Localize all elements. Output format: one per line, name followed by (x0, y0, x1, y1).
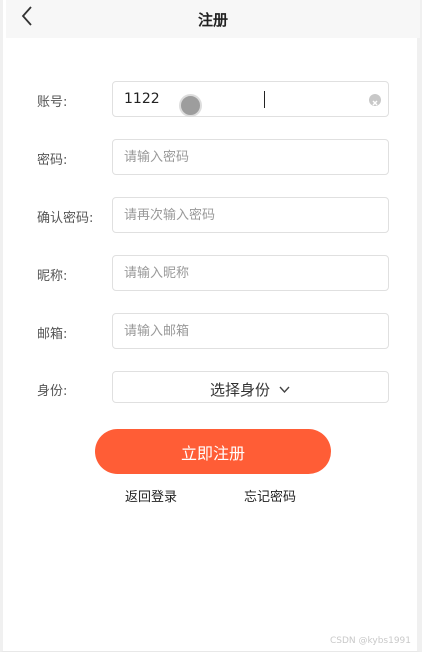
confirm-password-row: 确认密码: (3, 197, 422, 233)
password-row: 密码: (3, 139, 422, 175)
navbar: 注册 (6, 0, 420, 38)
confirm-password-label: 确认密码: (37, 211, 94, 226)
password-input[interactable] (113, 140, 353, 174)
password-field-box (112, 139, 389, 175)
email-label: 邮箱: (37, 327, 68, 342)
watermark: CSDN @kybs1991 (329, 636, 411, 646)
touch-cursor-indicator (179, 94, 202, 117)
confirm-password-field-box (112, 197, 389, 233)
nickname-row: 昵称: (3, 255, 422, 291)
register-button[interactable]: 立即注册 (95, 429, 331, 474)
confirm-password-input[interactable] (113, 198, 353, 232)
nickname-field-box (112, 255, 389, 291)
account-row: 账号: (3, 81, 422, 117)
app-frame: 注册 账号: 密码: 确认密码: 昵称: (0, 0, 422, 652)
back-to-login-link[interactable]: 返回登录 (125, 486, 177, 505)
identity-label: 身份: (37, 384, 68, 399)
email-input[interactable] (113, 314, 353, 348)
identity-row: 身份: 选择身份 (3, 371, 422, 407)
identity-selected-text: 选择身份 (209, 381, 270, 399)
identity-select[interactable]: 选择身份 (112, 371, 389, 403)
account-input[interactable] (113, 82, 353, 116)
page-title: 注册 (197, 11, 228, 29)
identity-select-inner: 选择身份 (210, 379, 291, 400)
email-field-box (112, 313, 389, 349)
clear-circle-icon[interactable] (369, 94, 381, 106)
text-caret (264, 91, 265, 108)
nickname-input[interactable] (113, 256, 353, 290)
account-label: 账号: (37, 95, 68, 110)
password-label: 密码: (37, 153, 68, 168)
nickname-label: 昵称: (37, 269, 68, 284)
chevron-down-icon (279, 386, 290, 394)
identity-select-content: 选择身份 (113, 379, 388, 400)
account-field-box (112, 81, 389, 117)
forgot-password-link[interactable]: 忘记密码 (244, 486, 296, 505)
email-row: 邮箱: (3, 313, 422, 349)
